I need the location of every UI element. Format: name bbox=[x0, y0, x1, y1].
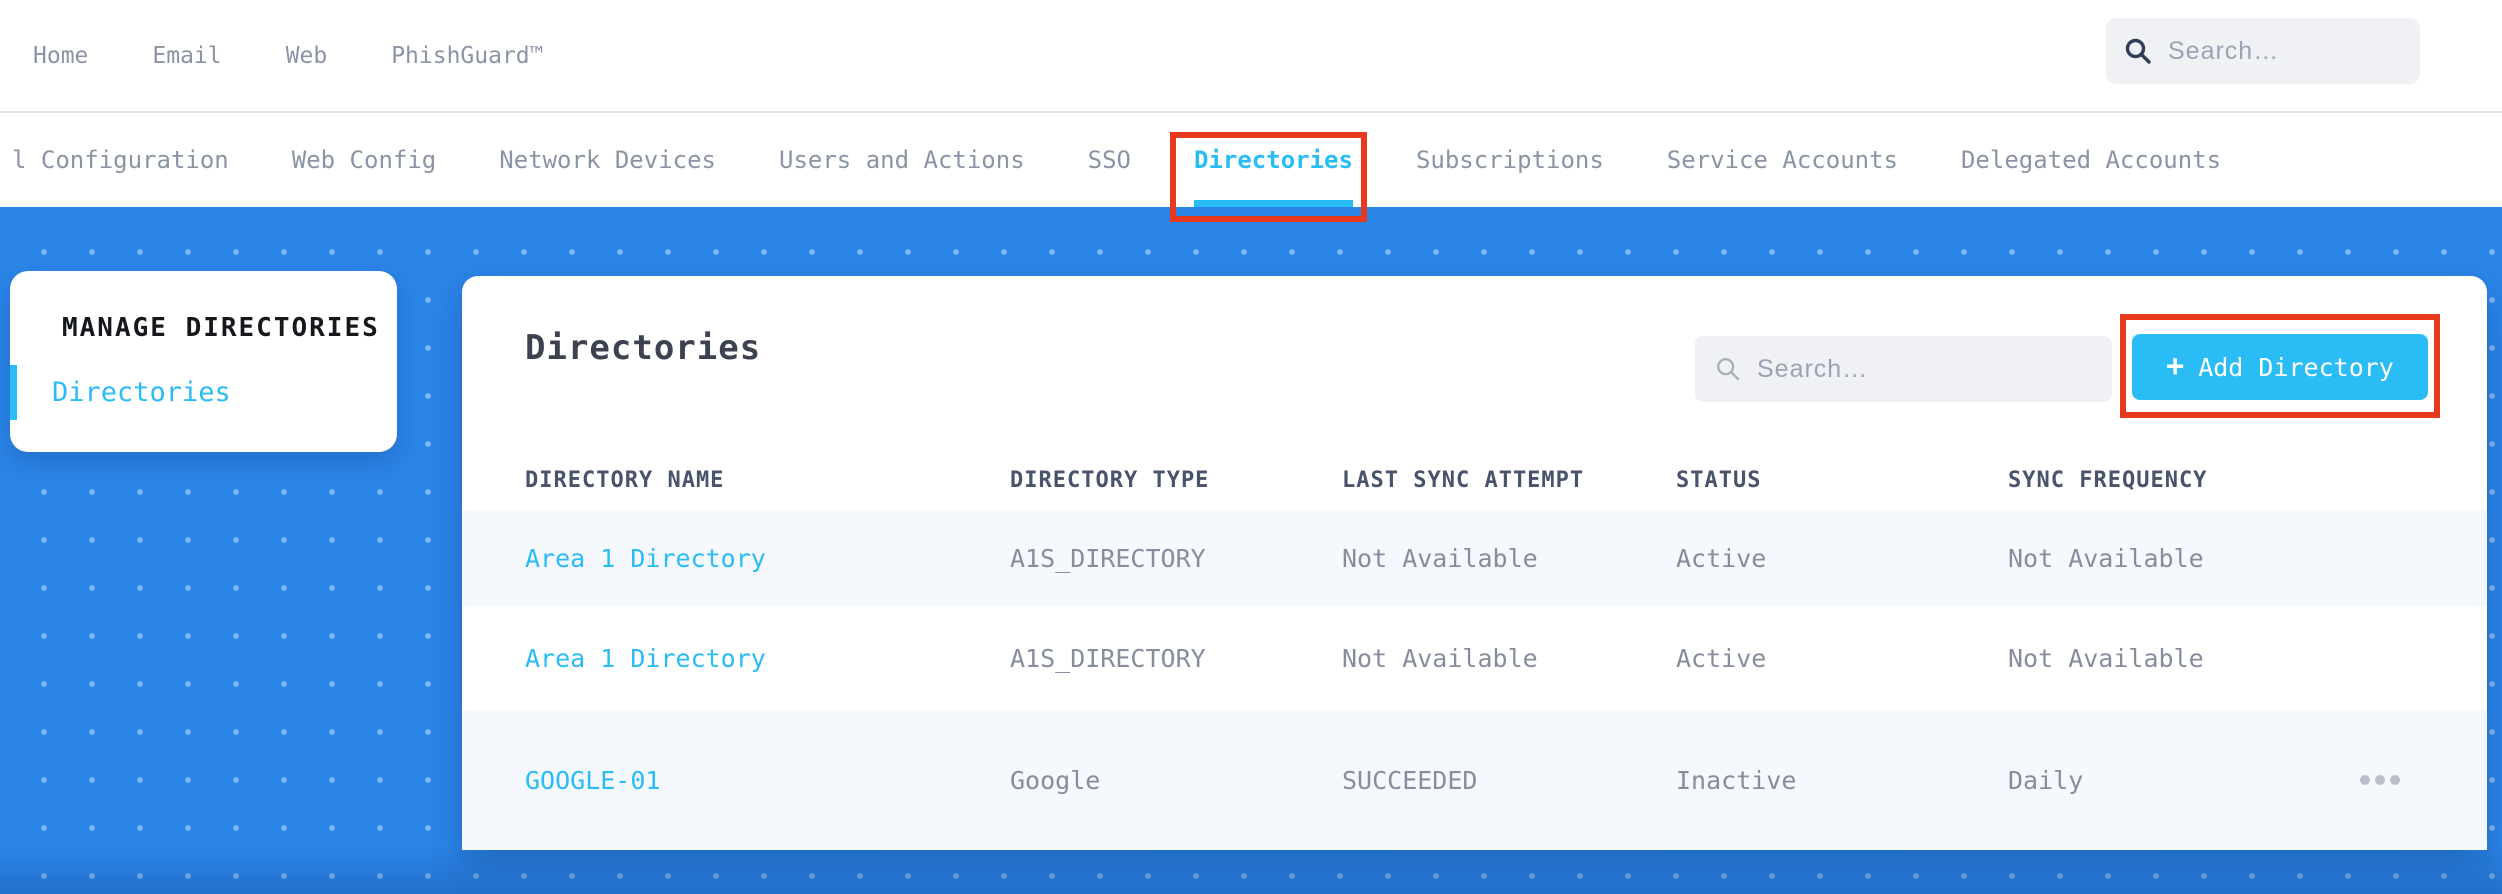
table-header-row: DIRECTORY NAME DIRECTORY TYPE LAST SYNC … bbox=[462, 452, 2487, 508]
sub-nav: l Configuration Web Config Network Devic… bbox=[0, 113, 2502, 207]
table-row: Area 1 Directory A1S_DIRECTORY Not Avail… bbox=[462, 510, 2487, 606]
bottom-shade bbox=[0, 846, 2502, 894]
subnav-item-subscriptions[interactable]: Subscriptions bbox=[1416, 113, 1604, 207]
sidebar-item-directories[interactable]: Directories bbox=[10, 365, 397, 420]
last-sync-attempt-cell: Not Available bbox=[1342, 643, 1538, 673]
subnav-item-users-and-actions[interactable]: Users and Actions bbox=[779, 113, 1025, 207]
global-search-input[interactable] bbox=[2106, 18, 2420, 84]
manage-directories-card: MANAGE DIRECTORIES Directories bbox=[10, 271, 397, 452]
subnav-item-delegated-accounts[interactable]: Delegated Accounts bbox=[1961, 113, 2221, 207]
directory-type-cell: Google bbox=[1010, 765, 1101, 795]
col-directory-type: DIRECTORY TYPE bbox=[1010, 467, 1210, 493]
sync-frequency-cell: Not Available bbox=[2008, 643, 2204, 673]
subnav-item-service-accounts[interactable]: Service Accounts bbox=[1667, 113, 1898, 207]
status-cell: Active bbox=[1676, 543, 1767, 573]
search-icon bbox=[2125, 38, 2151, 64]
plus-icon: + bbox=[2166, 349, 2185, 384]
last-sync-attempt-cell: Not Available bbox=[1342, 543, 1538, 573]
directory-type-cell: A1S_DIRECTORY bbox=[1010, 543, 1206, 573]
subnav-item-web-config[interactable]: Web Config bbox=[292, 113, 437, 207]
last-sync-attempt-cell: SUCCEEDED bbox=[1342, 765, 1478, 795]
directories-search-field[interactable] bbox=[1757, 354, 2092, 384]
row-actions-button[interactable] bbox=[2360, 775, 2406, 785]
subnav-item-network-devices[interactable]: Network Devices bbox=[499, 113, 716, 207]
directories-panel: Directories + Add Directory DIRECTORY NA… bbox=[462, 276, 2487, 850]
global-search-field[interactable] bbox=[2168, 36, 2402, 66]
col-last-sync-attempt: LAST SYNC ATTEMPT bbox=[1342, 467, 1585, 493]
page-title: Directories bbox=[525, 328, 762, 368]
add-directory-label: Add Directory bbox=[2198, 352, 2394, 382]
search-icon bbox=[1717, 358, 1740, 381]
topnav-item-phishguard[interactable]: PhishGuard™ bbox=[391, 43, 543, 69]
directory-name-link[interactable]: Area 1 Directory bbox=[525, 544, 1010, 573]
directories-search-input[interactable] bbox=[1695, 336, 2112, 402]
active-item-bar bbox=[10, 365, 17, 420]
subnav-item-configuration[interactable]: l Configuration bbox=[12, 113, 229, 207]
subnav-item-directories[interactable]: Directories bbox=[1194, 113, 1353, 207]
col-status: STATUS bbox=[1676, 467, 1762, 493]
sidebar-item-label: Directories bbox=[52, 377, 231, 408]
top-nav-items: Home Email Web PhishGuard™ bbox=[33, 0, 544, 111]
topnav-item-home[interactable]: Home bbox=[33, 43, 88, 69]
table-row: GOOGLE-01 Google SUCCEEDED Inactive Dail… bbox=[462, 710, 2487, 850]
sync-frequency-cell: Not Available bbox=[2008, 543, 2204, 573]
subnav-item-sso[interactable]: SSO bbox=[1088, 113, 1131, 207]
status-cell: Inactive bbox=[1676, 765, 1797, 795]
manage-directories-title: MANAGE DIRECTORIES bbox=[62, 313, 380, 343]
topnav-item-web[interactable]: Web bbox=[286, 43, 328, 69]
col-directory-name: DIRECTORY NAME bbox=[525, 467, 725, 493]
add-directory-button[interactable]: + Add Directory bbox=[2132, 334, 2428, 400]
directory-name-link[interactable]: Area 1 Directory bbox=[525, 644, 1010, 673]
page: Home Email Web PhishGuard™ l Configurati… bbox=[0, 0, 2502, 894]
directory-type-cell: A1S_DIRECTORY bbox=[1010, 643, 1206, 673]
sync-frequency-cell: Daily bbox=[2008, 765, 2084, 795]
topnav-item-email[interactable]: Email bbox=[152, 43, 221, 69]
ellipsis-icon bbox=[2360, 775, 2370, 785]
directory-name-link[interactable]: GOOGLE-01 bbox=[525, 766, 1010, 795]
status-cell: Active bbox=[1676, 643, 1767, 673]
table-row: Area 1 Directory A1S_DIRECTORY Not Avail… bbox=[462, 606, 2487, 710]
col-sync-frequency: SYNC FREQUENCY bbox=[2008, 467, 2208, 493]
top-nav: Home Email Web PhishGuard™ bbox=[0, 0, 2502, 113]
